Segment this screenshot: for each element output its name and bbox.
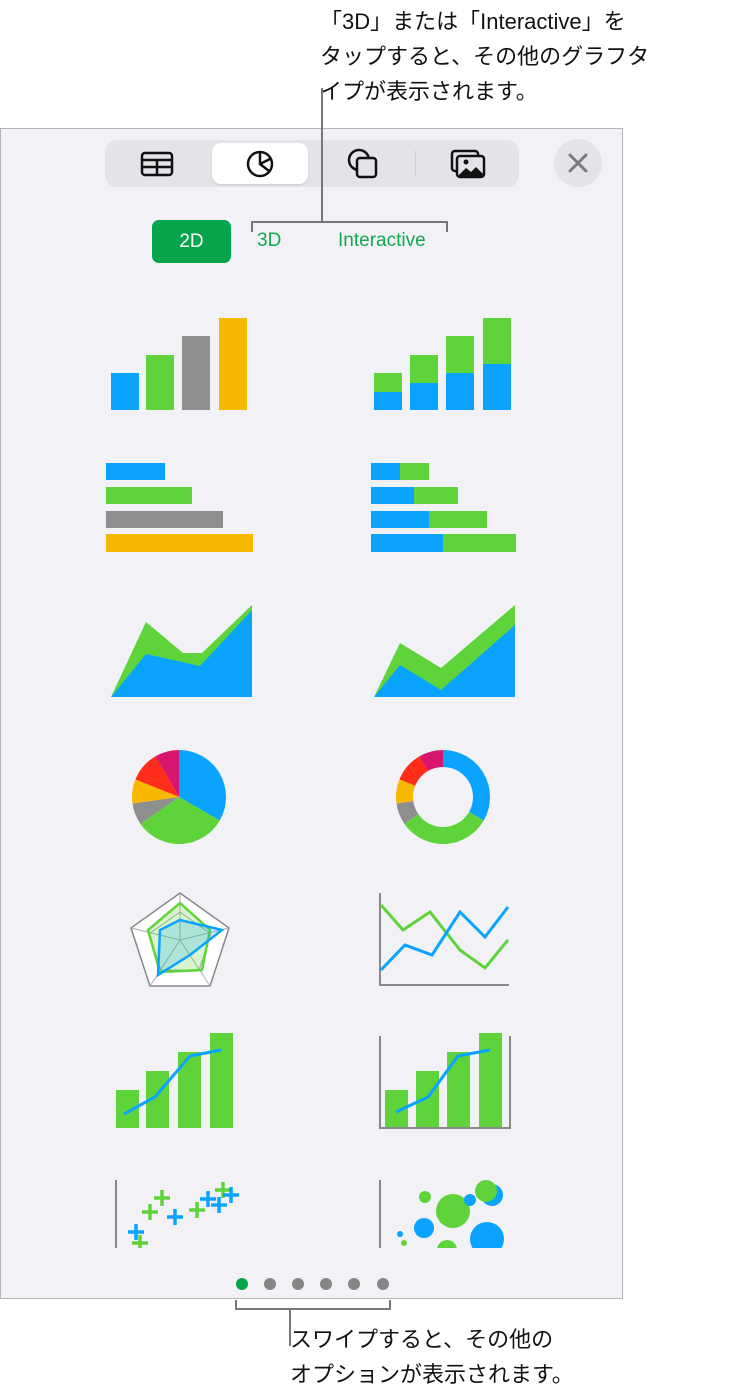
annotation-line: オプションが表示されます。 xyxy=(290,1362,574,1387)
scatter-point xyxy=(189,1202,205,1218)
chart-type-stacked-column[interactable] xyxy=(374,318,511,410)
chart-type-bubble[interactable] xyxy=(379,1180,504,1260)
chart-type-two-axis[interactable] xyxy=(379,1033,511,1129)
bottom-annotation: スワイプすると、その他の オプションが表示されます。 xyxy=(290,1322,574,1392)
chart-type-stacked-bar[interactable] xyxy=(371,463,516,552)
chart-type-column[interactable] xyxy=(111,318,247,410)
chart-type-bar[interactable] xyxy=(106,463,253,552)
chart-type-pie[interactable] xyxy=(132,750,227,844)
scatter-point xyxy=(142,1204,158,1220)
chart-type-donut[interactable] xyxy=(396,750,490,844)
scatter-point xyxy=(167,1209,183,1225)
scatter-point xyxy=(154,1190,170,1206)
chart-type-scatter[interactable] xyxy=(115,1180,239,1251)
annotation-line: スワイプすると、その他の xyxy=(290,1327,554,1352)
chart-type-stacked-area[interactable] xyxy=(374,605,515,697)
top-callout-bracket xyxy=(251,88,448,232)
chart-type-line[interactable] xyxy=(379,893,510,986)
chart-type-radar[interactable] xyxy=(130,892,230,987)
donut-hole xyxy=(413,767,473,827)
chart-type-area[interactable] xyxy=(111,605,252,697)
chart-thumbnails xyxy=(106,88,516,1346)
chart-type-mixed[interactable] xyxy=(116,1033,233,1128)
